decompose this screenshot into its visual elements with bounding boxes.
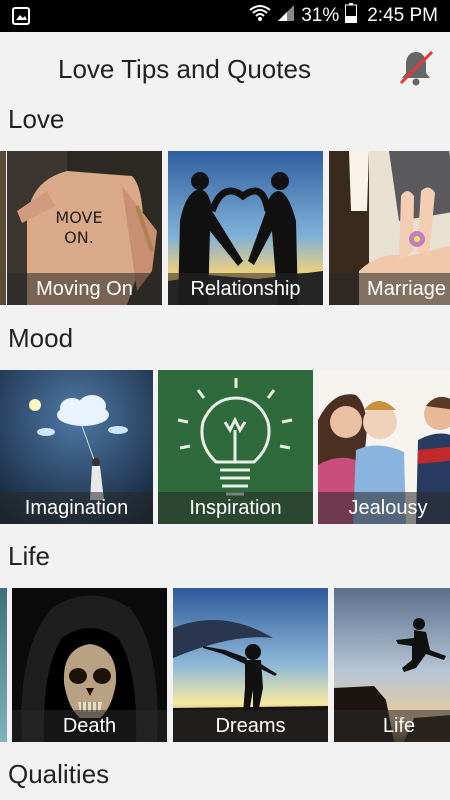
section-mood: Mood Imagination Inspiration Jealousy bbox=[0, 323, 450, 533]
tile-row[interactable]: Death Dreams Life bbox=[0, 588, 450, 742]
app-title: Love Tips and Quotes bbox=[58, 54, 311, 84]
bell-muted-icon bbox=[399, 50, 434, 86]
tile-death[interactable]: Death bbox=[12, 588, 167, 742]
tile-label: Marriage bbox=[329, 273, 450, 305]
notifications-toggle-button[interactable] bbox=[396, 48, 436, 88]
partial-tile[interactable] bbox=[0, 588, 7, 742]
battery-percent: 31% bbox=[301, 5, 340, 26]
section-life: Life Death Dreams Life bbox=[0, 541, 450, 751]
tile-relationship[interactable]: Relationship bbox=[168, 151, 323, 305]
tile-label: Jealousy bbox=[318, 492, 450, 524]
tile-label: Imagination bbox=[0, 492, 153, 524]
section-title: Love bbox=[8, 104, 65, 134]
tile-dreams[interactable]: Dreams bbox=[173, 588, 328, 742]
tile-inspiration[interactable]: Inspiration bbox=[158, 370, 313, 524]
tile-label: Inspiration bbox=[158, 492, 313, 524]
tile-label: Moving On bbox=[7, 273, 162, 305]
signal-icon bbox=[277, 4, 295, 28]
tile-row[interactable]: MOVE ON. Moving On Relationship Marriage bbox=[0, 151, 450, 305]
battery-icon bbox=[345, 3, 358, 29]
tile-label: Relationship bbox=[168, 273, 323, 305]
app-bar: Love Tips and Quotes bbox=[0, 32, 450, 104]
tile-life[interactable]: Life bbox=[334, 588, 450, 742]
svg-text:ON.: ON. bbox=[64, 228, 94, 247]
partial-tile[interactable] bbox=[0, 151, 6, 305]
tile-label: Death bbox=[12, 710, 167, 742]
section-title: Life bbox=[8, 541, 50, 571]
tile-moving-on[interactable]: MOVE ON. Moving On bbox=[7, 151, 162, 305]
tile-marriage[interactable]: Marriage bbox=[329, 151, 450, 305]
section-title: Mood bbox=[8, 323, 74, 353]
wifi-icon bbox=[249, 4, 271, 28]
clock: 2:45 PM bbox=[367, 5, 438, 26]
tile-label: Life bbox=[334, 710, 450, 742]
section-love: Love MOVE ON. Moving On Relationship Mar… bbox=[0, 104, 450, 314]
tile-imagination[interactable]: Imagination bbox=[0, 370, 153, 524]
svg-text:MOVE: MOVE bbox=[55, 208, 102, 227]
section-title: Qualities bbox=[8, 759, 110, 789]
tile-row[interactable]: Imagination Inspiration Jealousy bbox=[0, 370, 450, 524]
section-qualities: Qualities bbox=[0, 759, 450, 800]
image-icon bbox=[12, 7, 30, 30]
tile-jealousy[interactable]: Jealousy bbox=[318, 370, 450, 524]
tile-label: Dreams bbox=[173, 710, 328, 742]
status-bar: 31% 2:45 PM bbox=[0, 0, 450, 32]
